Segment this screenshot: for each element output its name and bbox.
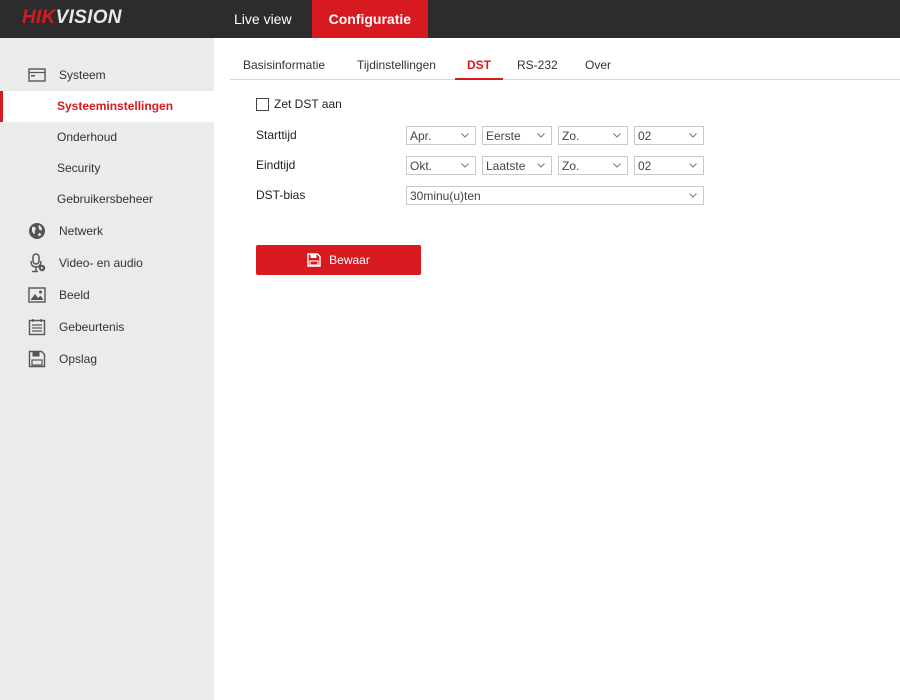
end-month-select[interactable]: Okt. xyxy=(406,156,476,175)
tab-rs232[interactable]: RS-232 xyxy=(517,50,558,80)
start-month-select[interactable]: Apr. xyxy=(406,126,476,145)
end-week-select[interactable]: Laatste xyxy=(482,156,552,175)
end-hour-select[interactable]: 02 xyxy=(634,156,704,175)
globe-icon xyxy=(27,221,47,241)
chevron-down-icon xyxy=(689,163,697,168)
nav-live-view[interactable]: Live view xyxy=(214,0,312,38)
image-icon xyxy=(27,285,47,305)
chevron-down-icon xyxy=(461,163,469,168)
sidebar-item-label: Opslag xyxy=(59,351,98,366)
chevron-down-icon xyxy=(689,133,697,138)
top-bar: HIKVISION Live view Configuratie xyxy=(0,0,900,38)
tab-dst[interactable]: DST xyxy=(455,50,503,80)
enable-dst-label: Zet DST aan xyxy=(274,97,342,111)
chevron-down-icon xyxy=(613,133,621,138)
end-day-select[interactable]: Zo. xyxy=(558,156,628,175)
chevron-down-icon xyxy=(613,163,621,168)
chevron-down-icon xyxy=(461,133,469,138)
sidebar-item-label: Gebeurtenis xyxy=(59,319,125,334)
sidebar-item-image[interactable]: Beeld xyxy=(0,279,214,310)
sidebar-item-system[interactable]: Systeem xyxy=(0,59,214,90)
sidebar-subitem-security[interactable]: Security xyxy=(0,153,214,184)
dst-bias-select[interactable]: 30minu(u)ten xyxy=(406,186,704,205)
save-button-label: Bewaar xyxy=(329,253,370,267)
sidebar-item-video-audio[interactable]: Video- en audio xyxy=(0,247,214,278)
chevron-down-icon xyxy=(537,163,545,168)
enable-dst-checkbox[interactable] xyxy=(256,97,269,111)
chevron-down-icon xyxy=(537,133,545,138)
save-icon xyxy=(307,253,321,267)
sidebar-item-storage[interactable]: Opslag xyxy=(0,343,214,374)
sidebar-subitem-system-settings[interactable]: Systeeminstellingen xyxy=(0,91,214,122)
sidebar-item-label: Video- en audio xyxy=(59,255,143,270)
save-button[interactable]: Bewaar xyxy=(256,245,421,275)
tab-about[interactable]: Over xyxy=(585,50,611,80)
enable-dst-row[interactable]: Zet DST aan xyxy=(256,97,342,111)
end-time-label: Eindtijd xyxy=(256,158,296,172)
microphone-icon xyxy=(27,252,47,273)
sidebar-subitem-user-management[interactable]: Gebruikersbeheer xyxy=(0,184,214,215)
sidebar-item-event[interactable]: Gebeurtenis xyxy=(0,311,214,342)
hikvision-logo: HIKVISION xyxy=(22,7,122,28)
tab-basic-info[interactable]: Basisinformatie xyxy=(243,50,325,80)
monitor-icon xyxy=(27,65,47,85)
sidebar-item-label: Systeem xyxy=(59,67,106,82)
settings-tabs: Basisinformatie Tijdinstellingen DST RS-… xyxy=(230,50,900,80)
sidebar-item-label: Beeld xyxy=(59,287,90,302)
nav-configuration[interactable]: Configuratie xyxy=(311,0,429,38)
sidebar-item-label: Netwerk xyxy=(59,223,104,238)
start-week-select[interactable]: Eerste xyxy=(482,126,552,145)
start-hour-select[interactable]: 02 xyxy=(634,126,704,145)
sidebar-subitem-maintenance[interactable]: Onderhoud xyxy=(0,122,214,153)
calendar-icon xyxy=(27,317,47,337)
top-navigation: Live view Configuratie xyxy=(214,0,429,38)
dst-bias-label: DST-bias xyxy=(256,188,306,202)
sidebar-item-network[interactable]: Netwerk xyxy=(0,215,214,246)
tab-time-settings[interactable]: Tijdinstellingen xyxy=(357,50,436,80)
start-day-select[interactable]: Zo. xyxy=(558,126,628,145)
chevron-down-icon xyxy=(689,193,697,198)
start-time-label: Starttijd xyxy=(256,128,297,142)
sidebar: Systeem Systeeminstellingen Onderhoud Se… xyxy=(0,38,214,700)
floppy-disk-icon xyxy=(27,349,47,369)
